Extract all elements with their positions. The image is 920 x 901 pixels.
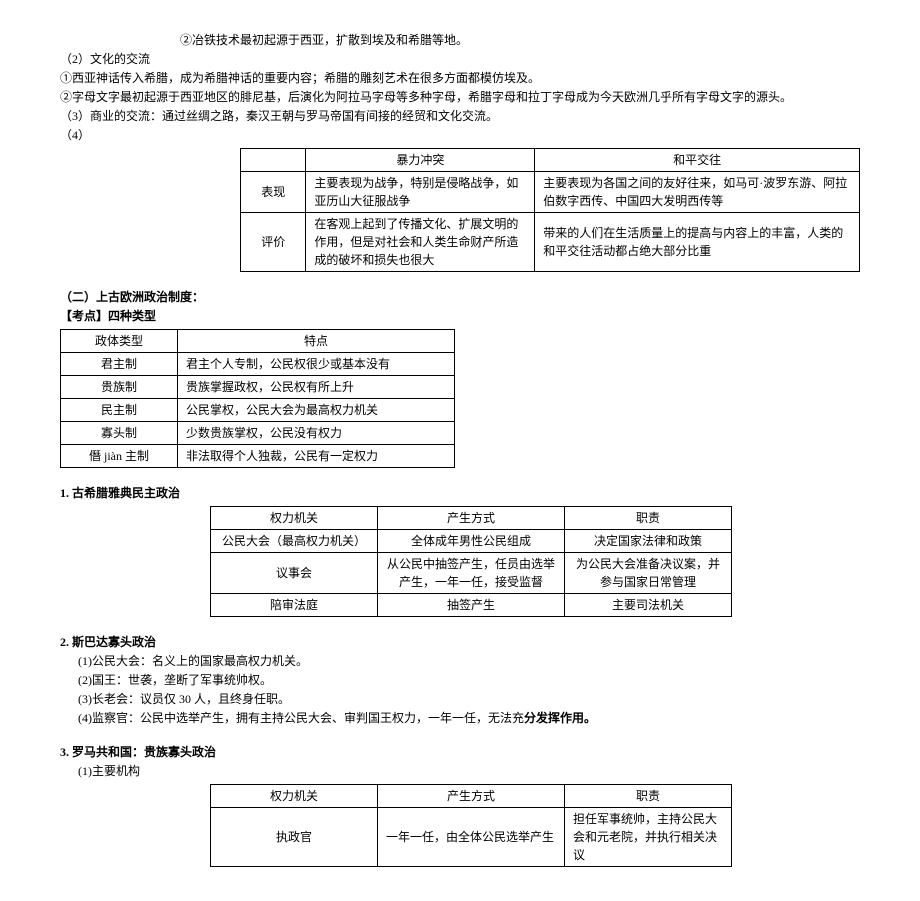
t4-h3: 职责 bbox=[565, 785, 732, 808]
cell-r1c1: 主要表现为战争，特别是侵略战争，如亚历山大征服战争 bbox=[306, 172, 535, 213]
line-four: （4） bbox=[60, 126, 860, 144]
t3-r2-c3: 主要司法机关 bbox=[565, 594, 732, 617]
line-tech: ②冶铁技术最初起源于西亚，扩散到埃及和希腊等地。 bbox=[60, 31, 860, 49]
t2-r0-c1: 君主制 bbox=[61, 353, 178, 376]
t4-r1-c1: 执政官 bbox=[211, 808, 378, 867]
t2-r0-c2: 君主个人专制，公民权很少或基本没有 bbox=[178, 353, 455, 376]
t3-h2: 产生方式 bbox=[378, 507, 565, 530]
sparta-l4: (4)监察官：公民中选举产生，拥有主持公民大会、审判国王权力，一年一任，无法充分… bbox=[60, 709, 860, 727]
cell-h1: 暴力冲突 bbox=[306, 149, 535, 172]
table-conflict-peace: 暴力冲突 和平交往 表现 主要表现为战争，特别是侵略战争，如亚历山大征服战争 主… bbox=[240, 148, 860, 272]
cell-h2: 和平交往 bbox=[535, 149, 860, 172]
heading-athens: 1. 古希腊雅典民主政治 bbox=[60, 484, 860, 502]
line-alphabet: ②字母文字最初起源于西亚地区的腓尼基，后演化为阿拉马字母等多种字母，希腊字母和拉… bbox=[60, 88, 860, 106]
t3-r1-c1: 议事会 bbox=[211, 553, 378, 594]
line-commerce: （3）商业的交流：通过丝绸之路，秦汉王朝与罗马帝国有间接的经贸和文化交流。 bbox=[60, 107, 860, 125]
heading-sparta: 2. 斯巴达寡头政治 bbox=[60, 633, 860, 651]
sparta-l2: (2)国王：世袭，垄断了军事统帅权。 bbox=[60, 671, 860, 689]
t4-r1-c3: 担任军事统帅，主持公民大会和元老院，并执行相关决议 bbox=[565, 808, 732, 867]
t4-h1: 权力机关 bbox=[211, 785, 378, 808]
t4-r1-c2: 一年一任，由全体公民选举产生 bbox=[378, 808, 565, 867]
t2-r4-c1: 僭 jiàn 主制 bbox=[61, 445, 178, 468]
sparta-l1: (1)公民大会：名义上的国家最高权力机关。 bbox=[60, 652, 860, 670]
t3-r0-c1: 公民大会（最高权力机关） bbox=[211, 530, 378, 553]
t3-r2-c2: 抽签产生 bbox=[378, 594, 565, 617]
sparta-l4b: 分发挥作用。 bbox=[524, 711, 596, 725]
t2-r2-c1: 民主制 bbox=[61, 399, 178, 422]
sparta-l3: (3)长老会：议员仅 30 人，且终身任职。 bbox=[60, 690, 860, 708]
t2-r1-c2: 贵族掌握政权，公民权有所上升 bbox=[178, 376, 455, 399]
t3-r2-c1: 陪审法庭 bbox=[211, 594, 378, 617]
t3-r1-c3: 为公民大会准备决议案，并参与国家日常管理 bbox=[565, 553, 732, 594]
cell-r2c1: 在客观上起到了传播文化、扩展文明的作用，但是对社会和人类生命财产所造成的破坏和损… bbox=[306, 213, 535, 272]
t2-r3-c1: 寡头制 bbox=[61, 422, 178, 445]
t2-r4-c2: 非法取得个人独裁，公民有一定权力 bbox=[178, 445, 455, 468]
heading-rome: 3. 罗马共和国：贵族寡头政治 bbox=[60, 743, 860, 761]
t2-r1-c1: 贵族制 bbox=[61, 376, 178, 399]
table-rome: 权力机关 产生方式 职责 执政官 一年一任，由全体公民选举产生 担任军事统帅，主… bbox=[210, 784, 732, 867]
cell-blank bbox=[241, 149, 306, 172]
kaodian-label: 【考点】四种类型 bbox=[60, 307, 860, 325]
t3-r1-c2: 从公民中抽签产生，任员由选举产生，一年一任，接受监督 bbox=[378, 553, 565, 594]
t2-r2-c2: 公民掌权，公民大会为最高权力机关 bbox=[178, 399, 455, 422]
line-culture-heading: （2）文化的交流 bbox=[60, 50, 860, 68]
t4-h2: 产生方式 bbox=[378, 785, 565, 808]
cell-r1c2: 主要表现为各国之间的友好往来，如马可·波罗东游、阿拉伯数字西传、中国四大发明西传… bbox=[535, 172, 860, 213]
section-europe-politics: （二）上古欧洲政治制度： bbox=[60, 288, 860, 306]
t2-r3-c2: 少数贵族掌权，公民没有权力 bbox=[178, 422, 455, 445]
cell-r1c0: 表现 bbox=[241, 172, 306, 213]
t3-r0-c3: 决定国家法律和政策 bbox=[565, 530, 732, 553]
line-myth: ①西亚神话传入希腊，成为希腊神话的重要内容；希腊的雕刻艺术在很多方面都模仿埃及。 bbox=[60, 69, 860, 87]
t3-h3: 职责 bbox=[565, 507, 732, 530]
sparta-l4a: (4)监察官：公民中选举产生，拥有主持公民大会、审判国王权力，一年一任，无法充 bbox=[78, 711, 524, 725]
t2-h1: 政体类型 bbox=[61, 330, 178, 353]
cell-r2c0: 评价 bbox=[241, 213, 306, 272]
cell-r2c2: 带来的人们在生活质量上的提高与内容上的丰富，人类的和平交往活动都占绝大部分比重 bbox=[535, 213, 860, 272]
rome-sub: (1)主要机构 bbox=[60, 762, 860, 780]
table-polity-types: 政体类型 特点 君主制 君主个人专制，公民权很少或基本没有 贵族制 贵族掌握政权… bbox=[60, 329, 455, 468]
t3-h1: 权力机关 bbox=[211, 507, 378, 530]
t2-h2: 特点 bbox=[178, 330, 455, 353]
t3-r0-c2: 全体成年男性公民组成 bbox=[378, 530, 565, 553]
table-athens: 权力机关 产生方式 职责 公民大会（最高权力机关） 全体成年男性公民组成 决定国… bbox=[210, 506, 732, 617]
